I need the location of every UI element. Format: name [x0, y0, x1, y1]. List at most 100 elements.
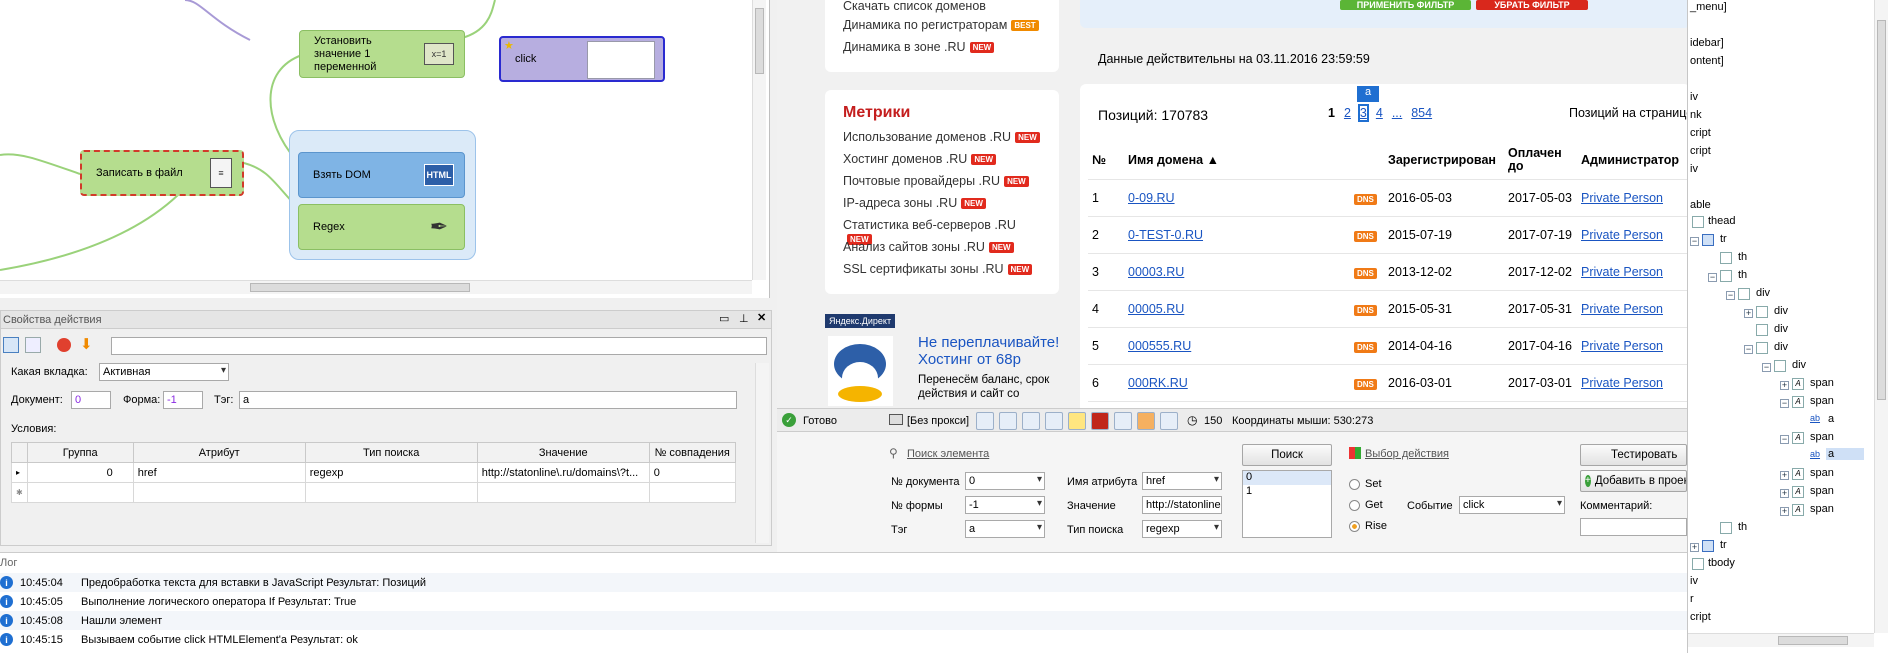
- props-search-input[interactable]: [111, 337, 767, 355]
- flash-button[interactable]: [1091, 412, 1109, 430]
- workflow-canvas[interactable]: Установить значение 1 переменной x=1 cli…: [0, 0, 770, 298]
- column-header[interactable]: Оплачен до: [1504, 142, 1577, 180]
- metrics-item[interactable]: Почтовые провайдеры .RU NEW: [843, 174, 1043, 196]
- tree-node[interactable]: iv: [1690, 575, 1698, 587]
- write-file-node[interactable]: Записать в файл ≡: [80, 150, 244, 196]
- result-item[interactable]: 1: [1243, 485, 1331, 499]
- tree-node[interactable]: iv: [1690, 91, 1698, 103]
- form-select[interactable]: -1: [965, 496, 1045, 514]
- doc-input[interactable]: 0: [71, 391, 111, 409]
- group-cell[interactable]: 0: [26, 462, 134, 483]
- expand-icon[interactable]: +: [1780, 489, 1789, 498]
- table-row[interactable]: ▸ 0 href regexp http://statonline\.ru/do…: [11, 462, 736, 483]
- set-radio[interactable]: Set: [1349, 478, 1382, 490]
- close-icon[interactable]: ✕: [757, 311, 766, 324]
- dns-badge[interactable]: DNS: [1354, 341, 1377, 353]
- ad-image[interactable]: [828, 336, 893, 406]
- page-2[interactable]: 2: [1344, 106, 1351, 120]
- match-cell[interactable]: 0: [648, 462, 736, 483]
- regex-node[interactable]: Regex ✒: [298, 204, 465, 250]
- log-row[interactable]: i 10:45:04 Предобработка текста для вставк…: [0, 573, 1687, 592]
- metrics-item[interactable]: Хостинг доменов .RU NEW: [843, 152, 1043, 174]
- collapse-icon[interactable]: −: [1744, 345, 1753, 354]
- comment-input[interactable]: [1580, 518, 1687, 536]
- domain-link[interactable]: 000RK.RU: [1128, 376, 1188, 390]
- page-last[interactable]: 854: [1411, 106, 1432, 120]
- remove-filter-button[interactable]: УБРАТЬ ФИЛЬТР: [1476, 0, 1588, 10]
- tree-node[interactable]: _menu]: [1690, 1, 1727, 13]
- event-select[interactable]: click: [1459, 496, 1565, 514]
- form-input[interactable]: -1: [163, 391, 203, 409]
- test-button[interactable]: Тестировать: [1580, 444, 1687, 466]
- tree-node-span[interactable]: span: [1810, 377, 1834, 389]
- link-zone-dynamics[interactable]: Динамика в зоне .RU NEW: [843, 40, 995, 54]
- metrics-item[interactable]: Статистика веб-серверов .RUNEW: [843, 218, 1043, 246]
- page-4[interactable]: 4: [1376, 106, 1383, 120]
- dns-badge[interactable]: DNS: [1354, 230, 1377, 242]
- page-ellipsis[interactable]: ...: [1392, 106, 1402, 120]
- metrics-item[interactable]: Использование доменов .RU NEW: [843, 130, 1043, 152]
- download-icon[interactable]: ⬇: [80, 335, 93, 353]
- admin-link[interactable]: Private Person: [1581, 265, 1663, 279]
- attr-select[interactable]: href: [1142, 472, 1222, 490]
- metrics-item[interactable]: IP-адреса зоны .RU NEW: [843, 196, 1043, 218]
- pen-button[interactable]: [1137, 412, 1155, 430]
- tree-node-span[interactable]: span: [1810, 395, 1834, 407]
- domain-link[interactable]: 0-TEST-0.RU: [1128, 228, 1203, 242]
- stop-icon[interactable]: [57, 338, 71, 352]
- expand-icon[interactable]: +: [1780, 381, 1789, 390]
- get-dom-node[interactable]: Взять DOM HTML: [298, 152, 465, 198]
- result-item[interactable]: 0: [1243, 471, 1331, 485]
- window-button[interactable]: [999, 412, 1017, 430]
- table-new-row[interactable]: ✱: [11, 482, 736, 503]
- domain-link[interactable]: 000555.RU: [1128, 339, 1191, 353]
- tree-node[interactable]: r: [1690, 593, 1694, 605]
- tag-select[interactable]: a: [965, 520, 1045, 538]
- search-type-cell[interactable]: regexp: [304, 462, 478, 483]
- tag-input[interactable]: a: [239, 391, 737, 409]
- domain-link[interactable]: 0-09.RU: [1128, 191, 1175, 205]
- column-header[interactable]: Имя домена ▲: [1124, 142, 1350, 180]
- apply-filter-button[interactable]: ПРИМЕНИТЬ ФИЛЬТР: [1340, 0, 1471, 10]
- admin-link[interactable]: Private Person: [1581, 339, 1663, 353]
- tree-node[interactable]: cript: [1690, 145, 1711, 157]
- tree-node-th[interactable]: th: [1738, 521, 1747, 533]
- domain-link[interactable]: 00005.RU: [1128, 302, 1184, 316]
- tree-node-tbody[interactable]: tbody: [1708, 557, 1735, 569]
- page-3[interactable]: 3: [1357, 104, 1369, 122]
- page-1[interactable]: 1: [1328, 106, 1335, 120]
- collapse-icon[interactable]: −: [1690, 237, 1699, 246]
- tree-node[interactable]: cript: [1690, 127, 1711, 139]
- tree-node[interactable]: iv: [1690, 163, 1698, 175]
- tree-node[interactable]: nk: [1690, 109, 1702, 121]
- log-row[interactable]: i 10:45:08 Нашли элемент: [0, 611, 1687, 630]
- value-input[interactable]: http://statonline: [1142, 496, 1222, 514]
- lightning-button[interactable]: [1068, 412, 1086, 430]
- log-row[interactable]: i 10:45:05 Выполнение логического оператор…: [0, 592, 1687, 611]
- type-select[interactable]: regexp: [1142, 520, 1222, 538]
- tree-node-th[interactable]: th: [1738, 269, 1747, 281]
- domain-link[interactable]: 00003.RU: [1128, 265, 1184, 279]
- doc-select[interactable]: 0: [965, 472, 1045, 490]
- tree-node-span[interactable]: span: [1810, 431, 1834, 443]
- minimize-icon[interactable]: ▭: [719, 312, 729, 325]
- column-header[interactable]: Администратор: [1577, 142, 1687, 180]
- collapse-icon[interactable]: −: [1726, 291, 1735, 300]
- tree-vertical-scrollbar[interactable]: [1874, 0, 1888, 633]
- set-variable-node[interactable]: Установить значение 1 переменной x=1: [299, 30, 465, 78]
- column-header[interactable]: Зарегистрирован: [1384, 142, 1504, 180]
- dns-badge[interactable]: DNS: [1354, 193, 1377, 205]
- tree-node-div[interactable]: div: [1774, 305, 1788, 317]
- tree-node-div[interactable]: div: [1774, 323, 1788, 335]
- attribute-cell[interactable]: href: [132, 462, 306, 483]
- tree-horizontal-scrollbar[interactable]: [1688, 633, 1874, 647]
- results-list[interactable]: 0 1: [1242, 470, 1332, 538]
- tree-node-a-selected[interactable]: a: [1826, 448, 1865, 460]
- tab-select[interactable]: Активная: [99, 363, 229, 381]
- rise-radio[interactable]: Rise: [1349, 520, 1387, 532]
- collapse-icon[interactable]: −: [1708, 273, 1717, 282]
- tree-node[interactable]: idebar]: [1690, 37, 1724, 49]
- screenshot-button[interactable]: [976, 412, 994, 430]
- metrics-item[interactable]: Анализ сайтов зоны .RU NEW: [843, 240, 1043, 262]
- tree-node-span[interactable]: span: [1810, 467, 1834, 479]
